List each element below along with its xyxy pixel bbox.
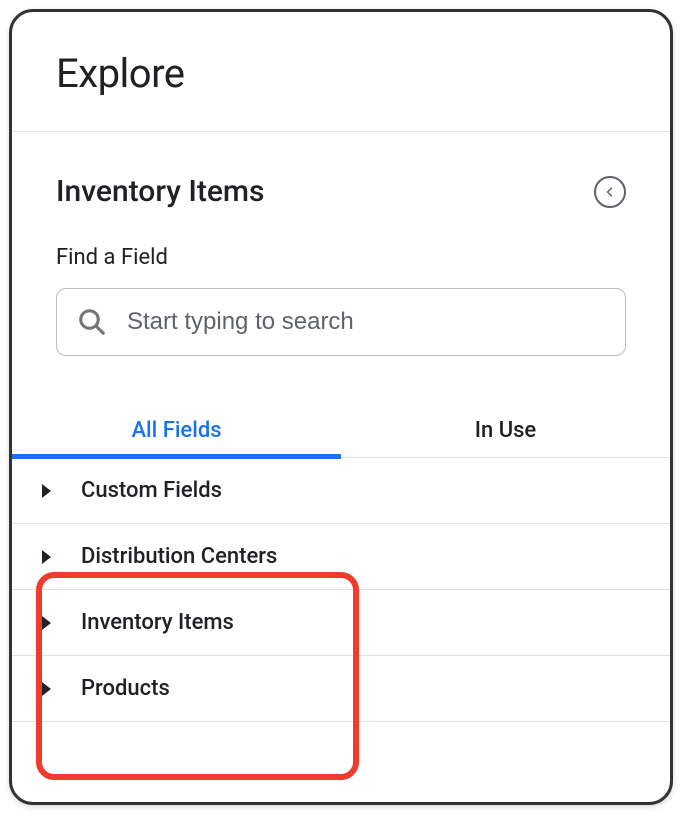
tab-all-fields[interactable]: All Fields bbox=[12, 404, 341, 457]
tab-in-use[interactable]: In Use bbox=[341, 404, 670, 457]
field-item-custom-fields[interactable]: Custom Fields bbox=[12, 458, 670, 524]
expand-arrow-icon bbox=[42, 682, 51, 696]
field-label: Inventory Items bbox=[81, 610, 234, 635]
collapse-button[interactable] bbox=[594, 176, 626, 208]
field-label: Distribution Centers bbox=[81, 544, 277, 569]
search-box[interactable] bbox=[56, 288, 626, 356]
expand-arrow-icon bbox=[42, 484, 51, 498]
field-list: Custom Fields Distribution Centers Inven… bbox=[12, 458, 670, 722]
expand-arrow-icon bbox=[42, 550, 51, 564]
field-item-distribution-centers[interactable]: Distribution Centers bbox=[12, 524, 670, 590]
page-title: Explore bbox=[56, 50, 626, 97]
field-item-inventory-items[interactable]: Inventory Items bbox=[12, 590, 670, 656]
expand-arrow-icon bbox=[42, 616, 51, 630]
field-label: Products bbox=[81, 676, 170, 701]
search-label: Find a Field bbox=[56, 245, 626, 270]
chevron-left-icon bbox=[604, 186, 616, 198]
search-icon bbox=[77, 307, 107, 337]
field-item-products[interactable]: Products bbox=[12, 656, 670, 722]
field-label: Custom Fields bbox=[81, 478, 222, 503]
section-title: Inventory Items bbox=[56, 174, 264, 209]
search-input[interactable] bbox=[127, 308, 605, 336]
